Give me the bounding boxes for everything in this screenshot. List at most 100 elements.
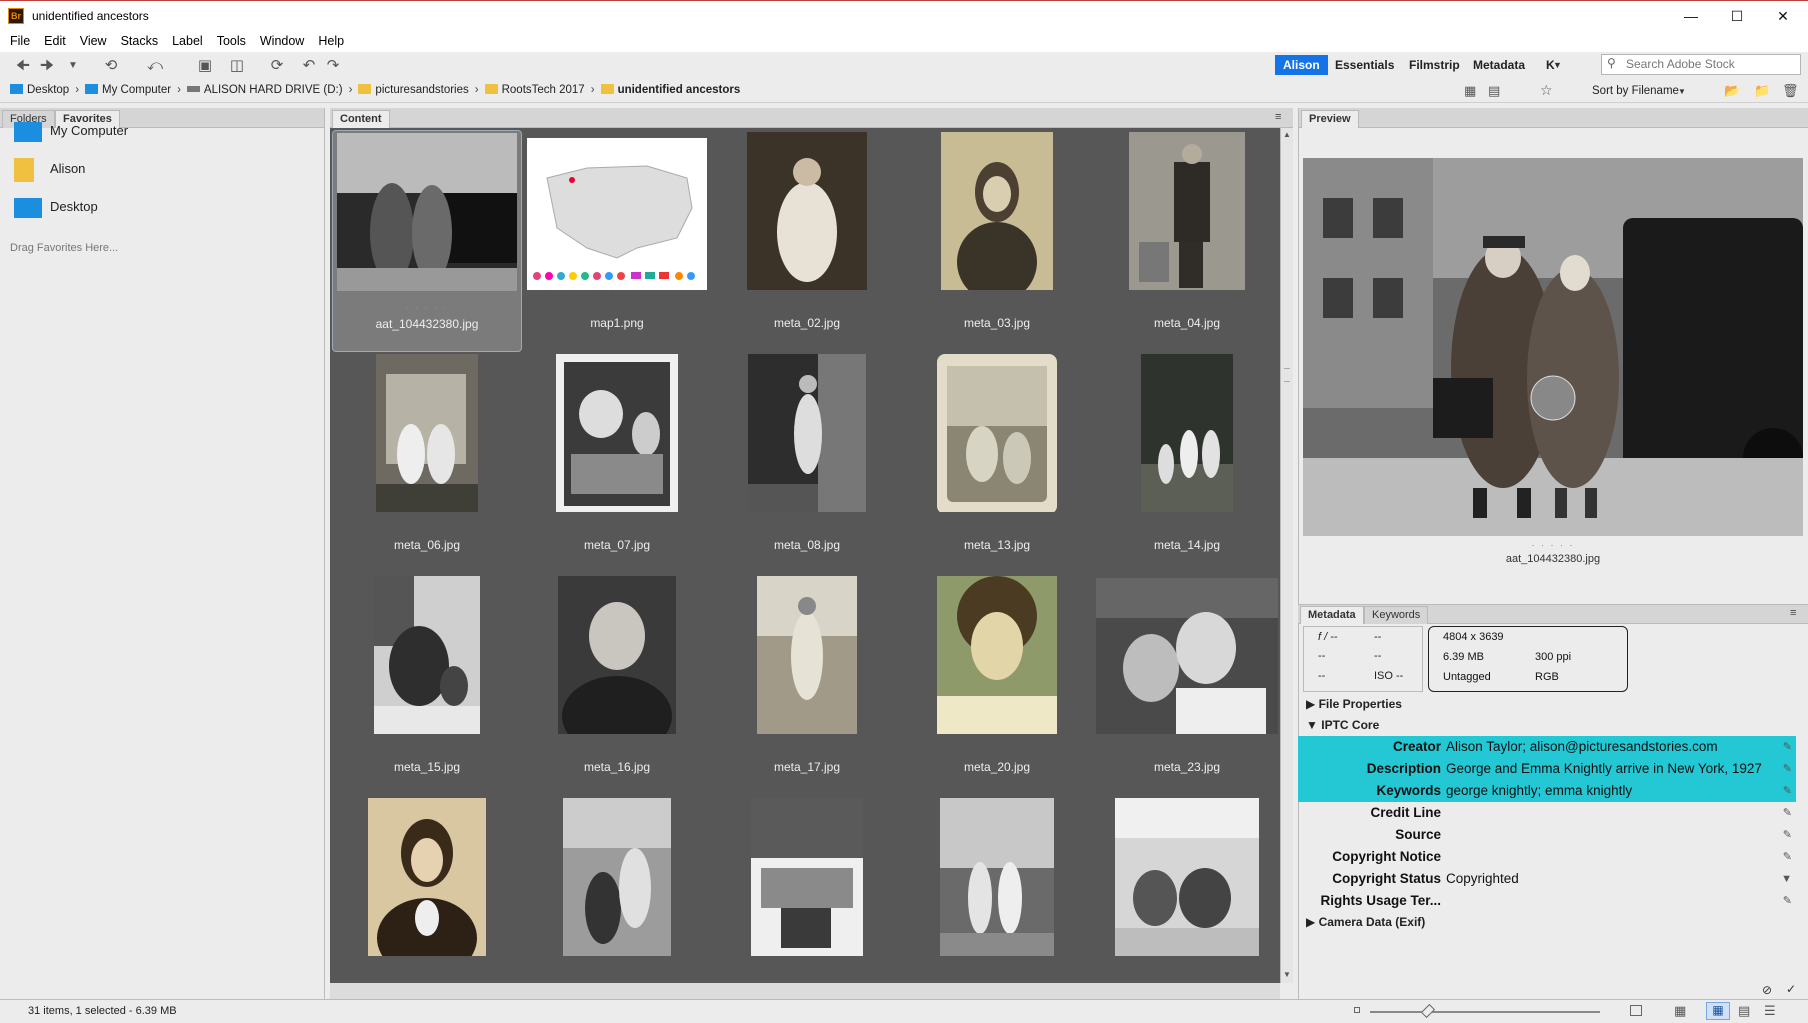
scroll-thumb[interactable] (1284, 368, 1290, 382)
tab-preview[interactable]: Preview (1301, 110, 1359, 128)
crumb-current[interactable]: unidentified ancestors (600, 84, 740, 96)
thumbnail-image[interactable] (368, 798, 486, 956)
thumbnail-image[interactable] (376, 354, 478, 512)
menu-help[interactable]: Help (311, 30, 351, 52)
rotate-left-icon[interactable]: ↶ (298, 56, 320, 76)
thumbnail-cell[interactable]: meta_03.jpg (902, 130, 1092, 352)
favorite-alison[interactable]: Alison (14, 152, 85, 186)
metadata-field-credit-line[interactable]: Credit Line ✎ (1298, 802, 1796, 824)
content-horizontal-scrollbar[interactable] (330, 983, 1280, 999)
thumbnail-image[interactable] (337, 133, 517, 291)
thumbnail-cell[interactable]: meta_14.jpg (1092, 352, 1282, 574)
stock-search-input[interactable]: Search Adobe Stock (1601, 54, 1801, 75)
metadata-field-creator[interactable]: Creator Alison Taylor; alison@picturesand… (1298, 736, 1796, 758)
return-icon[interactable]: ⟲ (100, 56, 122, 76)
camera-import-icon[interactable]: ▣ (194, 56, 216, 76)
menu-edit[interactable]: Edit (37, 30, 73, 52)
thumbnail-cell[interactable]: meta_23.jpg (1092, 574, 1282, 796)
open-in-camera-raw-icon[interactable]: ⟳ (266, 56, 288, 76)
thumbnail-size-slider[interactable] (1370, 1011, 1600, 1013)
thumbnail-image[interactable] (937, 576, 1057, 734)
crumb-my-computer[interactable]: My Computer (85, 84, 171, 96)
edit-pencil-icon[interactable]: ✎ (1783, 758, 1792, 780)
favorite-desktop[interactable]: Desktop (14, 190, 98, 224)
recent-dropdown-icon[interactable]: ▼ (62, 56, 84, 76)
thumbnail-cell[interactable]: meta_13.jpg (902, 352, 1092, 574)
content-vertical-scrollbar[interactable]: ▲ ▼ (1280, 128, 1293, 983)
workspace-filmstrip[interactable]: Filmstrip (1401, 55, 1468, 75)
metadata-field-copyright-notice[interactable]: Copyright Notice ✎ (1298, 846, 1796, 868)
rating-dots[interactable]: · · · · · (333, 303, 521, 313)
tab-keywords[interactable]: Keywords (1364, 606, 1429, 624)
favorite-my-computer[interactable]: My Computer (14, 114, 128, 148)
menu-window[interactable]: Window (253, 30, 311, 52)
forward-arrow-icon[interactable]: 🠊 (36, 56, 58, 76)
edit-pencil-icon[interactable]: ✎ (1783, 802, 1792, 824)
section-file-properties[interactable]: ▶ File Properties (1306, 697, 1402, 711)
edit-pencil-icon[interactable]: ✎ (1783, 890, 1792, 912)
thumbnail-cell[interactable]: · · · · · aat_104432380.jpg (332, 130, 522, 352)
maximize-icon[interactable]: ☐ (1714, 1, 1760, 31)
sort-chevron-icon[interactable]: ▼ (1678, 87, 1686, 96)
tab-content[interactable]: Content (332, 110, 390, 128)
thumbnail-view-icon[interactable]: ▤ (1488, 83, 1500, 99)
metadata-menu-icon[interactable]: ≡ (1790, 607, 1796, 619)
slider-handle[interactable] (1420, 1003, 1436, 1019)
thumbnail-image[interactable] (941, 132, 1053, 290)
tab-metadata[interactable]: Metadata (1300, 606, 1364, 624)
view-quality-icon[interactable]: ▦ (1464, 83, 1476, 99)
scroll-up-icon[interactable]: ▲ (1283, 130, 1291, 139)
thumbnail-image[interactable] (937, 354, 1057, 512)
thumbnail-image[interactable] (1096, 578, 1278, 736)
sort-dropdown[interactable]: Sort by Filename (1592, 85, 1679, 97)
back-arrow-icon[interactable]: 🠈 (12, 56, 34, 76)
edit-pencil-icon[interactable]: ✎ (1783, 824, 1792, 846)
scroll-down-icon[interactable]: ▼ (1283, 970, 1291, 979)
open-recent-icon[interactable]: 📂 (1724, 83, 1740, 99)
thumbnail-image[interactable] (527, 138, 707, 296)
thumbnail-image[interactable] (751, 798, 863, 956)
thumbnail-cell[interactable]: meta_02.jpg (712, 130, 902, 352)
crumb-rootstech[interactable]: RootsTech 2017 (484, 84, 585, 96)
workspace-dropdown-icon[interactable]: ▼ (1553, 60, 1562, 70)
preview-rating-dots[interactable]: · · · · · (1298, 540, 1808, 550)
section-camera-data[interactable]: ▶ Camera Data (Exif) (1306, 915, 1425, 929)
thumbnail-image[interactable] (757, 576, 857, 734)
thumbnail-cell[interactable]: meta_08.jpg (712, 352, 902, 574)
metadata-field-copyright-status[interactable]: Copyright Status Copyrighted ▼ (1298, 868, 1796, 890)
thumbnail-image[interactable] (940, 798, 1054, 956)
crumb-drive[interactable]: ALISON HARD DRIVE (D:) (186, 84, 343, 96)
section-iptc-core[interactable]: ▼ IPTC Core (1306, 718, 1379, 732)
thumbnail-image[interactable] (747, 132, 867, 290)
workspace-alison[interactable]: Alison (1275, 55, 1328, 75)
thumb-large-icon[interactable] (1630, 1005, 1642, 1016)
workspace-essentials[interactable]: Essentials (1327, 55, 1402, 75)
thumb-small-icon[interactable] (1354, 1007, 1360, 1013)
apply-check-icon[interactable]: ✓ (1786, 982, 1796, 996)
thumbnail-image[interactable] (563, 798, 671, 956)
grid-lock-icon[interactable]: ▦ (1674, 1003, 1686, 1019)
view-thumbnails-icon[interactable]: ▦ (1706, 1002, 1730, 1020)
menu-stacks[interactable]: Stacks (114, 30, 166, 52)
new-folder-icon[interactable]: 📁 (1754, 83, 1770, 99)
thumbnail-image[interactable] (1141, 354, 1233, 512)
menu-view[interactable]: View (73, 30, 114, 52)
edit-pencil-icon[interactable]: ✎ (1783, 846, 1792, 868)
thumbnail-cell[interactable]: meta_06.jpg (332, 352, 522, 574)
cancel-icon[interactable]: ⊘ (1762, 983, 1772, 997)
thumbnail-image[interactable] (748, 354, 866, 512)
thumbnail-image[interactable] (1115, 798, 1259, 956)
thumbnail-image[interactable] (374, 576, 480, 734)
dropdown-chevron-icon[interactable]: ▼ (1781, 868, 1792, 890)
thumbnail-cell[interactable]: map1.png (522, 130, 712, 352)
thumbnail-cell[interactable]: meta_17.jpg (712, 574, 902, 796)
edit-pencil-icon[interactable]: ✎ (1783, 736, 1792, 758)
thumbnail-image[interactable] (1129, 132, 1245, 290)
panel-menu-icon[interactable]: ≡ (1275, 111, 1281, 123)
rotate-right-icon[interactable]: ↷ (322, 56, 344, 76)
refine-icon[interactable]: ◫ (226, 56, 248, 76)
minimize-icon[interactable]: — (1668, 1, 1714, 31)
metadata-field-keywords[interactable]: Keywords george knightly; emma knightly ✎ (1298, 780, 1796, 802)
menu-file[interactable]: File (3, 30, 37, 52)
menu-tools[interactable]: Tools (210, 30, 253, 52)
